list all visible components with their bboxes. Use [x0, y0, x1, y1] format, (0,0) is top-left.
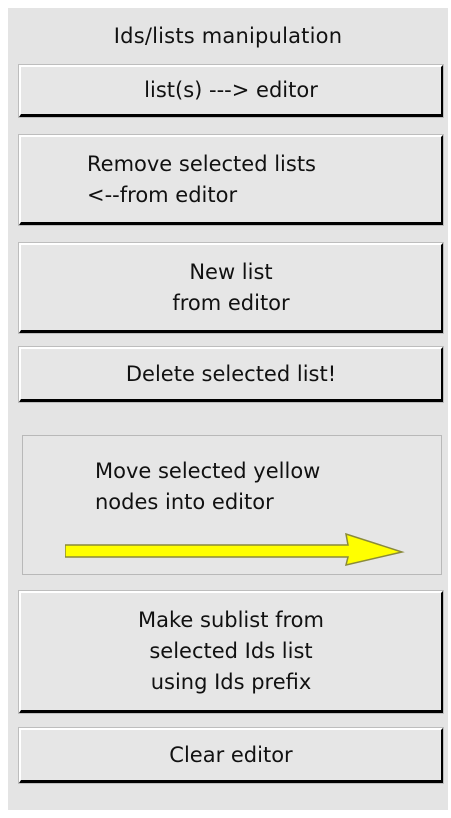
- button-label-line-1: Make sublist from: [138, 608, 324, 632]
- arrow-right-icon: [65, 533, 405, 567]
- button-label-line-3: using Ids prefix: [150, 670, 312, 694]
- button-label-line-1: Remove selected lists: [87, 151, 317, 176]
- button-label-line-2: nodes into editor: [95, 490, 274, 514]
- list-to-editor-button[interactable]: list(s) ---> editor: [18, 64, 444, 118]
- new-list-button[interactable]: New list from editor: [18, 242, 444, 334]
- ids-lists-panel: Ids/lists manipulation list(s) ---> edit…: [8, 8, 448, 810]
- move-yellow-nodes-button[interactable]: Move selected yellow nodes into editor: [22, 435, 442, 575]
- clear-editor-button[interactable]: Clear editor: [18, 727, 444, 784]
- button-label-line-2: selected Ids list: [149, 639, 313, 663]
- button-label: Clear editor: [169, 742, 293, 767]
- button-label-line-2: <--from editor: [87, 182, 238, 207]
- button-label: list(s) ---> editor: [144, 78, 318, 102]
- panel-title: Ids/lists manipulation: [113, 24, 343, 48]
- button-label-line-2: from editor: [172, 290, 290, 315]
- button-label-line-1: Move selected yellow: [95, 459, 321, 483]
- button-label: Delete selected list!: [125, 361, 337, 386]
- button-label-line-1: New list: [189, 259, 273, 284]
- delete-selected-list-button[interactable]: Delete selected list!: [18, 346, 444, 403]
- remove-selected-lists-button[interactable]: Remove selected lists <--from editor: [18, 134, 444, 226]
- make-sublist-button[interactable]: Make sublist from selected Ids list usin…: [18, 590, 444, 714]
